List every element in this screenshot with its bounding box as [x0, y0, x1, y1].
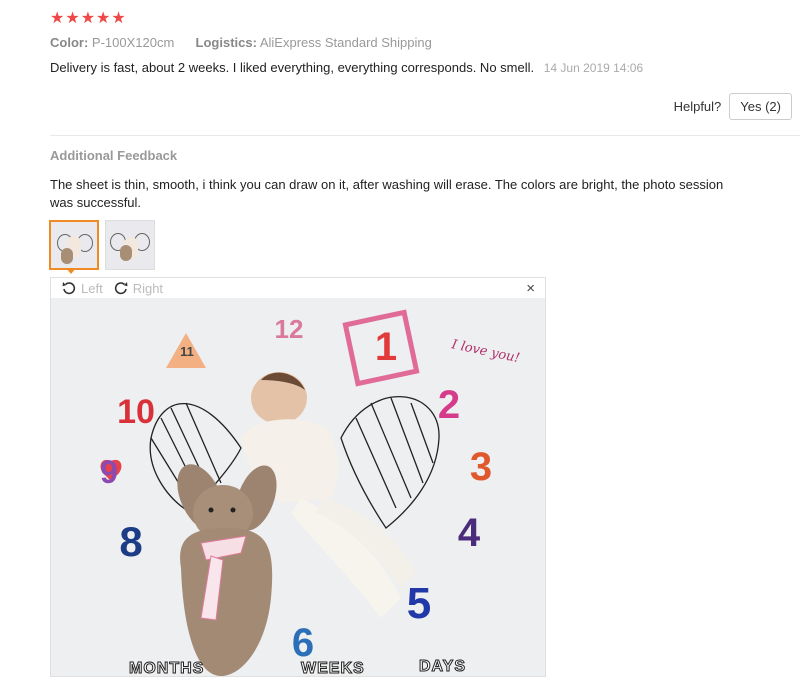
- photo-viewer: Left Right × 11 12 10 9 8 6 5 4 3 2 1 I …: [50, 277, 546, 677]
- star-icon: ★: [111, 10, 126, 27]
- number-11: 11: [180, 344, 194, 359]
- review-meta: Color: P-100X120cm Logistics: AliExpress…: [50, 35, 432, 50]
- helpful-section: Helpful? Yes (2): [674, 93, 792, 120]
- photo-thumbnail-2[interactable]: [105, 220, 155, 270]
- number-8: 8: [119, 518, 142, 565]
- star-icon: ★: [96, 10, 111, 27]
- additional-feedback-text: The sheet is thin, smooth, i think you c…: [50, 177, 724, 210]
- thumbnail-pointer: [66, 268, 76, 274]
- days-text: DAYS: [419, 658, 466, 675]
- photo-thumbnail-1[interactable]: [49, 220, 99, 270]
- number-12: 12: [275, 314, 304, 344]
- number-1: 1: [375, 325, 397, 369]
- rotate-right-icon: [114, 282, 128, 295]
- number-4: 4: [458, 511, 481, 555]
- rotate-left-icon: [62, 282, 76, 295]
- weeks-text: WEEKS: [301, 660, 365, 676]
- number-10: 10: [117, 393, 155, 431]
- number-9: 9: [100, 454, 118, 490]
- number-2: 2: [438, 383, 460, 427]
- logistics-value: AliExpress Standard Shipping: [259, 35, 432, 50]
- rotate-left-button[interactable]: Left: [61, 280, 103, 296]
- rotate-left-label: Left: [81, 280, 103, 296]
- review-photo: 11 12 10 9 8 6 5 4 3 2 1 I love you! MON…: [51, 298, 545, 676]
- review-date: 14 Jun 2019 14:06: [543, 61, 644, 75]
- rotate-right-label: Right: [132, 280, 164, 296]
- review-body: Delivery is fast, about 2 weeks. I liked…: [50, 60, 535, 75]
- logistics-label: Logistics:: [195, 35, 257, 50]
- divider: [50, 135, 800, 136]
- helpful-yes-button[interactable]: Yes (2): [729, 93, 792, 120]
- viewer-toolbar: Left Right ×: [51, 278, 545, 298]
- star-icon: ★: [65, 10, 80, 27]
- photo-illustration: 11 12 10 9 8 6 5 4 3 2 1 I love you! MON…: [51, 298, 545, 676]
- additional-feedback-title: Additional Feedback: [50, 148, 178, 163]
- number-5: 5: [407, 579, 431, 628]
- color-value: P-100X120cm: [91, 35, 175, 50]
- star-icon: ★: [50, 10, 65, 27]
- number-6: 6: [292, 621, 314, 665]
- helpful-label: Helpful?: [673, 99, 722, 114]
- color-label: Color:: [50, 35, 89, 50]
- months-text: MONTHS: [129, 660, 204, 676]
- number-3: 3: [470, 445, 492, 489]
- star-icon: ★: [80, 10, 96, 27]
- rotate-right-button[interactable]: Right: [113, 280, 163, 296]
- photo-thumbnails: [49, 220, 155, 270]
- close-icon[interactable]: ×: [526, 280, 535, 297]
- rating-stars: ★ ★ ★ ★ ★: [50, 10, 126, 28]
- review-text: Delivery is fast, about 2 weeks. I liked…: [50, 60, 643, 75]
